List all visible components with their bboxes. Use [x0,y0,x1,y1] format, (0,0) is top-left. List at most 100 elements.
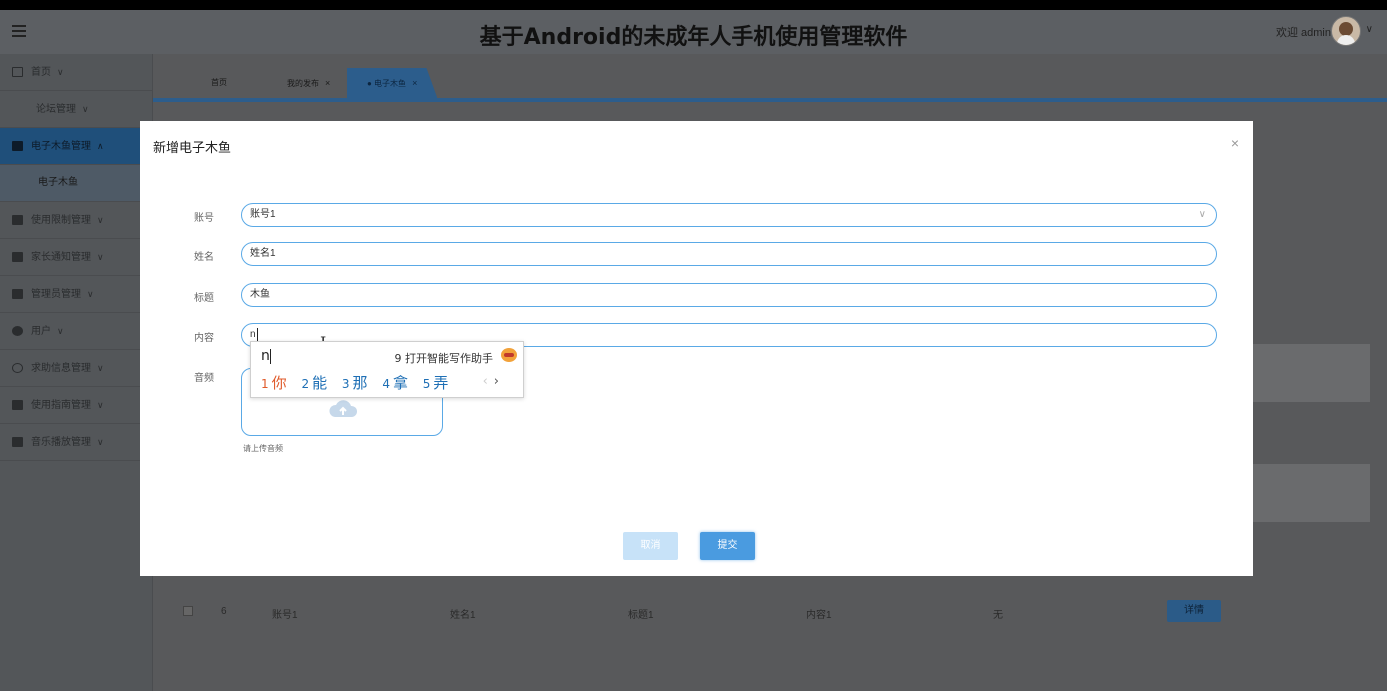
chevron-up-icon: ∧ [97,141,104,151]
sidebar-item-label: 使用限制管理 [31,215,91,226]
sidebar-item-muyu[interactable]: 电子木鱼 [0,165,152,202]
sidebar-item-label: 论坛管理 [36,104,76,115]
candidate-number: 4 [382,377,390,391]
sidebar-item-usage-limit[interactable]: 使用限制管理 ∨ [0,202,152,239]
chevron-down-icon: ∨ [57,326,64,336]
candidate-number: 5 [422,377,431,391]
candidate-number: 2 [301,377,310,391]
candidate-text: 能 [312,374,328,392]
avatar[interactable] [1331,16,1361,46]
account-select[interactable]: 账号1 ∨ [241,203,1217,227]
book-icon [12,400,23,411]
row-checkbox[interactable] [183,606,193,616]
tab-bar: 首页 我的发布 × ● 电子木鱼 × [153,68,1387,98]
ime-candidate[interactable]: 1你 [261,374,287,392]
sidebar-item-muyu-management[interactable]: 电子木鱼管理 ∧ [0,128,152,165]
sidebar-item-label: 使用指南管理 [31,400,91,411]
ime-writing-assistant[interactable]: 9 打开智能写作助手 [395,350,494,366]
row-title: 标题1 [628,610,654,621]
close-icon[interactable]: × [1231,135,1239,151]
title-value: 木鱼 [250,289,270,300]
sidebar-item-user[interactable]: 用户 ∨ [0,313,152,350]
content-label: 内容 [194,333,214,344]
user-icon [12,326,23,337]
assistant-icon[interactable] [501,348,517,362]
ime-candidate[interactable]: 2能 [301,374,327,392]
dialog-title: 新增电子木鱼 [153,140,232,155]
chevron-down-icon[interactable]: ∨ [1366,24,1373,35]
detail-button[interactable]: 详情 [1167,600,1221,622]
account-value: 账号1 [250,209,276,220]
name-value: 姓名1 [250,248,276,259]
candidate-text: 拿 [392,374,408,392]
list-icon [12,252,23,263]
row-account: 账号1 [272,610,298,621]
sidebar-item-label: 管理员管理 [31,289,81,300]
candidate-text: 你 [271,374,287,392]
chevron-down-icon: ∨ [82,104,89,114]
row-audio: 无 [993,610,1003,621]
chevron-down-icon: ∨ [57,67,64,77]
ime-pager: ‹ › [483,374,499,389]
ime-candidates: 1你 2能 3那 4拿 5弄 [261,372,458,393]
tab-label: 首页 [211,78,227,87]
circle-icon [12,363,23,374]
close-icon[interactable]: × [412,78,417,88]
candidate-number: 3 [341,377,350,391]
tab-label: ● 电子木鱼 [367,79,407,88]
music-icon [12,437,23,448]
sidebar-item-label: 音乐播放管理 [31,437,91,448]
chevron-right-icon[interactable]: › [494,374,499,389]
folder-icon [12,141,23,152]
chevron-down-icon: ∨ [87,289,94,299]
row-content: 内容1 [806,610,832,621]
tab-underline [153,98,1387,102]
candidate-text: 弄 [433,374,449,392]
row-name: 姓名1 [450,610,476,621]
chevron-down-icon: ∨ [97,215,104,225]
app-title: 基于Android的未成年人手机使用管理软件 [479,25,908,50]
sidebar-item-label: 电子木鱼 [38,177,78,188]
app-header: 基于Android的未成年人手机使用管理软件 欢迎 admin ∨ [0,10,1387,54]
tab-muyu[interactable]: ● 电子木鱼 × [347,68,438,98]
sidebar-item-parent-notice[interactable]: 家长通知管理 ∨ [0,239,152,276]
text-cursor [256,327,258,341]
tab-label: 我的发布 [287,79,319,88]
name-label: 姓名 [194,252,214,263]
account-label: 账号 [194,213,214,224]
ime-candidate[interactable]: 3那 [342,374,368,392]
sidebar-item-label: 电子木鱼管理 [31,141,91,152]
tab-home[interactable]: 首页 [211,68,227,98]
title-label: 标题 [194,293,214,304]
title-field[interactable]: 木鱼 [241,283,1217,307]
sidebar-item-forum[interactable]: 论坛管理 ∨ [0,91,152,128]
chevron-down-icon: ∨ [97,400,104,410]
grid-icon [12,289,23,300]
sidebar-item-music[interactable]: 音乐播放管理 ∨ [0,424,152,461]
chevron-down-icon: ∨ [97,363,104,373]
text-cursor [269,348,271,364]
sidebar-item-guide[interactable]: 使用指南管理 ∨ [0,387,152,424]
ime-candidate[interactable]: 5弄 [423,374,449,392]
chevron-left-icon[interactable]: ‹ [483,374,488,389]
tab-my-posts[interactable]: 我的发布 × [287,68,330,98]
sidebar-item-help[interactable]: 求助信息管理 ∨ [0,350,152,387]
sidebar-item-home[interactable]: 首页 ∨ [0,54,152,91]
cloud-upload-icon [329,400,358,417]
submit-button[interactable]: 提交 [700,532,755,560]
sidebar-item-label: 求助信息管理 [31,363,91,374]
ime-composition-text: n [261,348,270,364]
ime-composition: n [261,348,271,364]
ime-candidate-popup: n 9 打开智能写作助手 1你 2能 3那 4拿 5弄 ‹ › [250,341,524,398]
welcome-text: 欢迎 admin [1275,27,1331,39]
row-index: 6 [221,606,227,617]
cancel-button[interactable]: 取消 [623,532,678,560]
top-strip [0,0,1387,10]
layout-icon [12,215,23,226]
name-field[interactable]: 姓名1 [241,242,1217,266]
sidebar-item-admin[interactable]: 管理员管理 ∨ [0,276,152,313]
ime-candidate[interactable]: 4拿 [382,374,408,392]
chevron-down-icon: ∨ [97,252,104,262]
candidate-text: 那 [352,374,368,392]
close-icon[interactable]: × [325,78,330,88]
